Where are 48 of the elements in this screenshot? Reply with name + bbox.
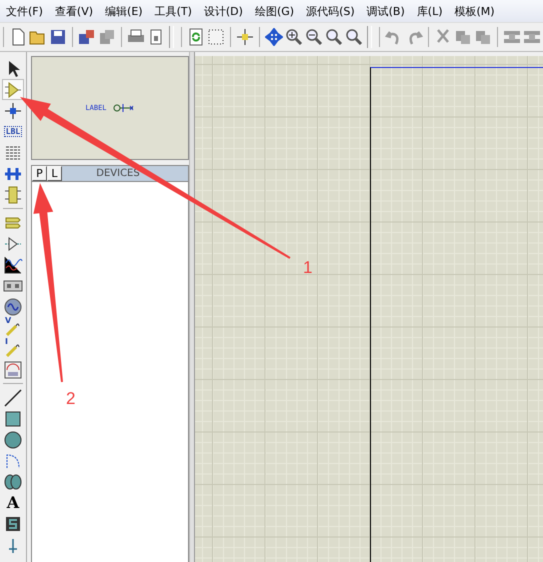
pan-icon[interactable] — [265, 28, 283, 46]
menu-item[interactable]: 绘图(G) — [248, 4, 300, 18]
zoom-out-icon[interactable] — [305, 28, 323, 46]
tool-button[interactable]: A — [2, 492, 24, 513]
tool-button[interactable] — [2, 387, 24, 408]
tool-button[interactable] — [2, 184, 24, 205]
tool-button[interactable]: LBL — [2, 121, 24, 142]
zoom-all-icon[interactable] — [325, 28, 343, 46]
terminal-symbol-icon — [112, 103, 135, 113]
menu-item[interactable]: 源代码(S) — [300, 4, 361, 18]
devices-header: DEVICES — [95, 167, 141, 181]
tool-button[interactable] — [2, 254, 24, 275]
tool-button[interactable] — [2, 296, 24, 317]
menu-item[interactable]: 模板(M) — [448, 4, 501, 18]
device-tab[interactable]: P — [32, 166, 47, 181]
tool-button[interactable] — [2, 429, 24, 450]
menu-item[interactable]: 工具(T) — [148, 4, 198, 18]
menu-item[interactable]: 调试(B) — [360, 4, 411, 18]
graph-icon — [3, 254, 23, 274]
grid-icon[interactable] — [207, 28, 225, 46]
tool-button[interactable] — [2, 100, 24, 121]
line-icon — [3, 388, 23, 408]
menu-item[interactable]: 编辑(E) — [99, 4, 149, 18]
component-icon — [3, 80, 23, 100]
tool-button[interactable]: V — [2, 317, 24, 338]
subcircuit-icon — [3, 184, 23, 204]
tool-button[interactable] — [2, 359, 24, 380]
menu-item[interactable]: 文件(F) — [0, 4, 49, 18]
menu-item[interactable]: 查看(V) — [48, 4, 100, 18]
origin-icon[interactable] — [236, 28, 254, 46]
tool-button[interactable]: I — [2, 338, 24, 359]
instrument-icon — [3, 360, 23, 380]
save-icon[interactable] — [49, 28, 67, 46]
circle-icon — [3, 430, 23, 450]
device-list[interactable] — [31, 182, 189, 562]
box-icon — [3, 408, 23, 428]
path-icon — [3, 472, 23, 492]
junction-icon — [3, 100, 23, 120]
menu-item[interactable]: 设计(D) — [198, 4, 249, 18]
annotation-number: 2 — [66, 389, 76, 408]
refresh-icon[interactable] — [187, 28, 205, 46]
import-icon[interactable] — [78, 28, 96, 46]
zoom-in-icon[interactable] — [285, 28, 303, 46]
generator-icon — [3, 296, 23, 316]
device-tab[interactable]: L — [47, 166, 62, 181]
zoom-area-icon[interactable] — [345, 28, 363, 46]
menu-item[interactable]: 库(L) — [410, 4, 448, 18]
annotation-number: 1 — [303, 258, 312, 277]
